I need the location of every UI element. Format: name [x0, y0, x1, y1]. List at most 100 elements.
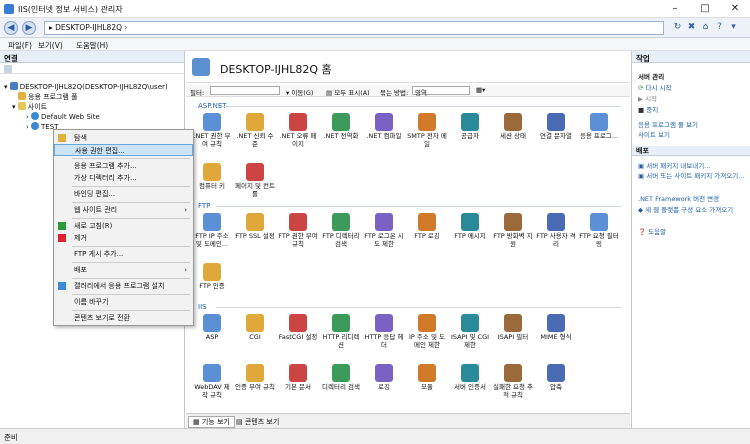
feature-iis-10[interactable]: 인증 부여 규칙: [235, 364, 275, 392]
context-menu-item-9[interactable]: 배포 ›: [54, 264, 193, 276]
context-menu-item-5[interactable]: 웹 사이트 관리 ›: [54, 204, 193, 216]
export-package-link[interactable]: ▣ 서버 패키지 내보내기...: [638, 160, 710, 170]
context-menu-item-11[interactable]: 이름 바꾸기: [54, 296, 193, 308]
dropdown-icon[interactable]: ▾: [728, 22, 739, 33]
import-package-link[interactable]: ▣ 서버 또는 사이트 패키지 가져오기...: [638, 170, 746, 180]
stop-link[interactable]: ■ 중지: [638, 104, 658, 114]
connect-icon[interactable]: [4, 65, 12, 73]
feature-ftp-5[interactable]: FTP 로깅: [407, 213, 447, 241]
tree-item-default-web-site[interactable]: › Default Web Site: [26, 112, 100, 121]
start-link[interactable]: ▶ 시작: [638, 93, 657, 103]
feature-iis-15[interactable]: 서버 인증서: [450, 364, 490, 392]
context-menu-item-4[interactable]: 바인딩 편집...: [54, 188, 193, 200]
feature-aspnet-0[interactable]: .NET 권한 부여 규칙: [192, 113, 232, 148]
menu-file[interactable]: 파일(F): [8, 40, 32, 51]
feature-aspnet-2[interactable]: .NET 오류 페이지: [278, 113, 318, 148]
group-by-select[interactable]: 영역: [412, 86, 470, 97]
menu-bar: 파일(F) 보기(V) 도움말(H): [0, 38, 750, 51]
feature-aspnet-4[interactable]: .NET 컴파일: [364, 113, 404, 141]
filter-input[interactable]: [210, 86, 280, 95]
feature-iis-3[interactable]: HTTP 리디렉션: [321, 314, 361, 349]
feature-aspnet-8[interactable]: 연결 문자열: [536, 113, 576, 141]
feature-aspnet-7[interactable]: 세션 상태: [493, 113, 533, 141]
context-menu-item-10[interactable]: 갤러리에서 응용 프로그램 설치: [54, 280, 193, 292]
context-menu-item-0[interactable]: 탐색: [54, 132, 193, 144]
feature-aspnet-1[interactable]: .NET 신뢰 수준: [235, 113, 275, 148]
help-link[interactable]: ❓ 도움말: [638, 226, 666, 236]
feature-iis-12[interactable]: 디렉터리 검색: [321, 364, 361, 392]
feature-iis-14[interactable]: 모듈: [407, 364, 447, 392]
view-app-pools-link[interactable]: 응용 프로그램 풀 보기: [638, 119, 698, 129]
feature-ftp-2[interactable]: FTP 권한 부여 규칙: [278, 213, 318, 248]
context-menu-item-1[interactable]: 사용 권한 편집...: [54, 144, 193, 156]
feature-aspnet-6[interactable]: 공급자: [450, 113, 490, 141]
back-button[interactable]: ◀: [4, 21, 18, 35]
feature-iis-17[interactable]: 압축: [536, 364, 576, 392]
feature-label: 디렉터리 검색: [322, 383, 360, 391]
feature-ftp-10[interactable]: FTP 인증: [192, 263, 232, 291]
help-icon[interactable]: ?: [714, 22, 725, 33]
feature-iis-7[interactable]: ISAPI 필터: [493, 314, 533, 342]
context-menu-item-7[interactable]: 제거: [54, 232, 193, 244]
view-sites-link[interactable]: 사이트 보기: [638, 129, 670, 139]
feature-ftp-0[interactable]: FTP IP 주소 및 도메인...: [192, 213, 232, 248]
refresh-icon[interactable]: ↻: [672, 22, 683, 33]
feature-iis-8[interactable]: MIME 형식: [536, 314, 576, 342]
feature-iis-9[interactable]: WebDAV 제작 규칙: [192, 364, 232, 399]
feature-iis-16[interactable]: 실패한 요청 추적 규칙: [493, 364, 533, 399]
chevron-right-icon: ›: [122, 23, 128, 32]
stop-icon[interactable]: ✖: [686, 22, 697, 33]
feature-aspnet-11[interactable]: 페이지 및 컨트롤: [235, 163, 275, 198]
feature-icon: [246, 113, 264, 131]
menu-help[interactable]: 도움말(H): [76, 40, 108, 51]
tree-item-sites[interactable]: ▾ 사이트: [12, 102, 47, 112]
menu-view[interactable]: 보기(V): [38, 40, 63, 51]
context-menu-item-6[interactable]: 새로 고침(R): [54, 220, 193, 232]
view-icon[interactable]: ▦▾: [476, 86, 485, 94]
feature-ftp-4[interactable]: FTP 로그온 시도 제한: [364, 213, 404, 248]
collapse-icon[interactable]: ▾: [12, 103, 18, 111]
tab-content-view[interactable]: ▤ 콘텐츠 보기: [236, 417, 279, 427]
feature-label: FastCGI 설정: [278, 333, 318, 341]
collapse-icon[interactable]: ▾: [4, 83, 10, 91]
feature-label: 로깅: [378, 383, 390, 391]
feature-iis-6[interactable]: ISAPI 및 CGI 제한: [450, 314, 490, 349]
feature-ftp-1[interactable]: FTP SSL 설정: [235, 213, 275, 241]
forward-button[interactable]: ▶: [22, 21, 36, 35]
filter-go-button[interactable]: ▾ 이동(G): [286, 87, 313, 97]
tab-features-view[interactable]: ▦ 기능 보기: [188, 416, 235, 428]
feature-iis-2[interactable]: FastCGI 설정: [278, 314, 318, 342]
context-menu-item-8[interactable]: FTP 게시 추가...: [54, 248, 193, 260]
maximize-button[interactable]: □: [690, 0, 720, 18]
feature-label: 공급자: [461, 132, 479, 140]
feature-aspnet-3[interactable]: .NET 전역화: [321, 113, 361, 141]
feature-iis-1[interactable]: CGI: [235, 314, 275, 342]
feature-iis-5[interactable]: IP 주소 및 도메인 제한: [407, 314, 447, 349]
home-icon[interactable]: ⌂: [700, 22, 711, 33]
feature-ftp-3[interactable]: FTP 디렉터리 검색: [321, 213, 361, 248]
feature-ftp-8[interactable]: FTP 사용자 격리: [536, 213, 576, 248]
feature-ftp-7[interactable]: FTP 방화벽 지원: [493, 213, 533, 248]
feature-label: FTP 요청 필터링: [579, 232, 619, 248]
close-button[interactable]: ✕: [720, 0, 750, 18]
context-menu-item-3[interactable]: 가상 디렉터리 추가...: [54, 172, 193, 184]
change-netfx-link[interactable]: .NET Framework 버전 변경: [638, 193, 719, 203]
tree-item-server[interactable]: ▾ DESKTOP-IJHL82Q(DESKTOP-IJHL82Q\user): [4, 82, 168, 91]
address-path[interactable]: ▸ DESKTOP-IJHL82Q ›: [44, 21, 664, 35]
feature-aspnet-9[interactable]: 응용 프로그...: [579, 113, 619, 141]
get-web-platform-link[interactable]: ◆ 새 웹 플랫폼 구성 요소 가져오기: [638, 204, 746, 214]
context-menu-item-12[interactable]: 콘텐츠 보기로 전환: [54, 312, 193, 324]
minimize-button[interactable]: –: [660, 0, 690, 18]
feature-aspnet-5[interactable]: SMTP 전자 메일: [407, 113, 447, 148]
feature-iis-11[interactable]: 기본 문서: [278, 364, 318, 392]
feature-iis-4[interactable]: HTTP 응답 헤더: [364, 314, 404, 349]
feature-iis-0[interactable]: ASP: [192, 314, 232, 342]
feature-aspnet-10[interactable]: 컴퓨터 키: [192, 163, 232, 191]
feature-iis-13[interactable]: 로깅: [364, 364, 404, 392]
context-menu-item-2[interactable]: 응용 프로그램 추가...: [54, 160, 193, 172]
feature-ftp-9[interactable]: FTP 요청 필터링: [579, 213, 619, 248]
feature-ftp-6[interactable]: FTP 메시지: [450, 213, 490, 241]
tree-item-app-pools[interactable]: 응용 프로그램 풀: [18, 92, 78, 102]
show-all-button[interactable]: ▤ 모두 표시(A): [326, 87, 370, 97]
restart-link[interactable]: ⟳ 다시 시작: [638, 82, 672, 92]
